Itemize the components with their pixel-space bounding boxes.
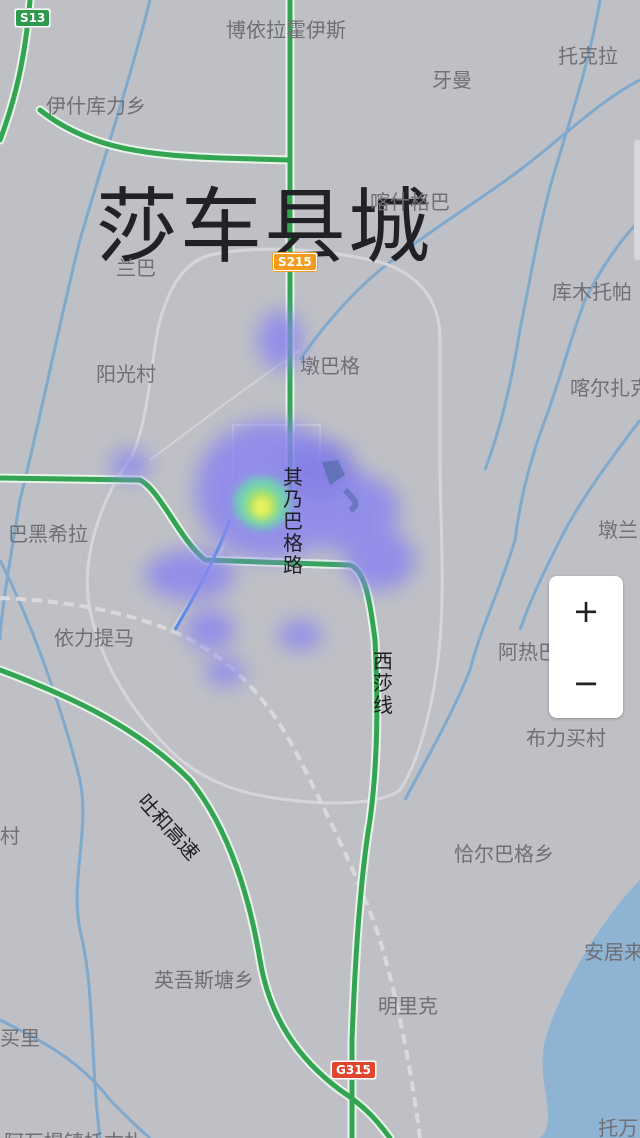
place-label: 牙曼: [432, 68, 472, 92]
place-label: 博依拉霍伊斯: [226, 18, 346, 42]
shield-s13: S13: [14, 8, 52, 28]
map-canvas[interactable]: 莎车县城 博依拉霍伊斯 托克拉 牙曼 伊什库力乡 喀什格巴 兰巴 库木托帕 阳光…: [0, 0, 640, 1138]
place-label: 安居来: [584, 940, 640, 964]
place-label: 买里: [0, 1026, 40, 1050]
shield-g315: G315: [330, 1060, 377, 1080]
zoom-out-button[interactable]: −: [549, 648, 623, 718]
place-label: 托克拉: [558, 44, 618, 68]
side-panel-handle[interactable]: [634, 140, 640, 260]
place-label: 布力买村: [526, 726, 606, 750]
road-label-qinaibage: 其乃巴格路: [283, 465, 303, 577]
place-label: 库木托帕: [552, 280, 632, 304]
place-label: 墩兰: [598, 518, 638, 542]
place-label: 恰尔巴格乡: [454, 842, 554, 866]
place-label: 明里克: [378, 994, 438, 1018]
zoom-in-button[interactable]: +: [549, 576, 623, 646]
place-label: 兰巴: [116, 256, 156, 280]
place-label: 阳光村: [96, 362, 156, 386]
place-label: 依力提马: [54, 626, 134, 650]
place-label: 阿瓦提镇托古扎: [4, 1126, 144, 1138]
road-label-xisha: 西莎线: [373, 649, 393, 717]
zoom-control: + −: [549, 576, 623, 718]
shield-s215: S215: [272, 252, 318, 272]
place-label: 巴黑希拉: [8, 522, 88, 546]
place-label: 英吾斯塘乡: [154, 968, 254, 992]
place-label: 喀什格巴: [370, 190, 450, 214]
place-label: 托万: [598, 1116, 638, 1138]
place-label: 喀尔扎克: [570, 376, 640, 400]
place-label: 村: [0, 824, 20, 848]
place-label: 墩巴格: [300, 354, 360, 378]
place-label: 伊什库力乡: [46, 94, 146, 118]
